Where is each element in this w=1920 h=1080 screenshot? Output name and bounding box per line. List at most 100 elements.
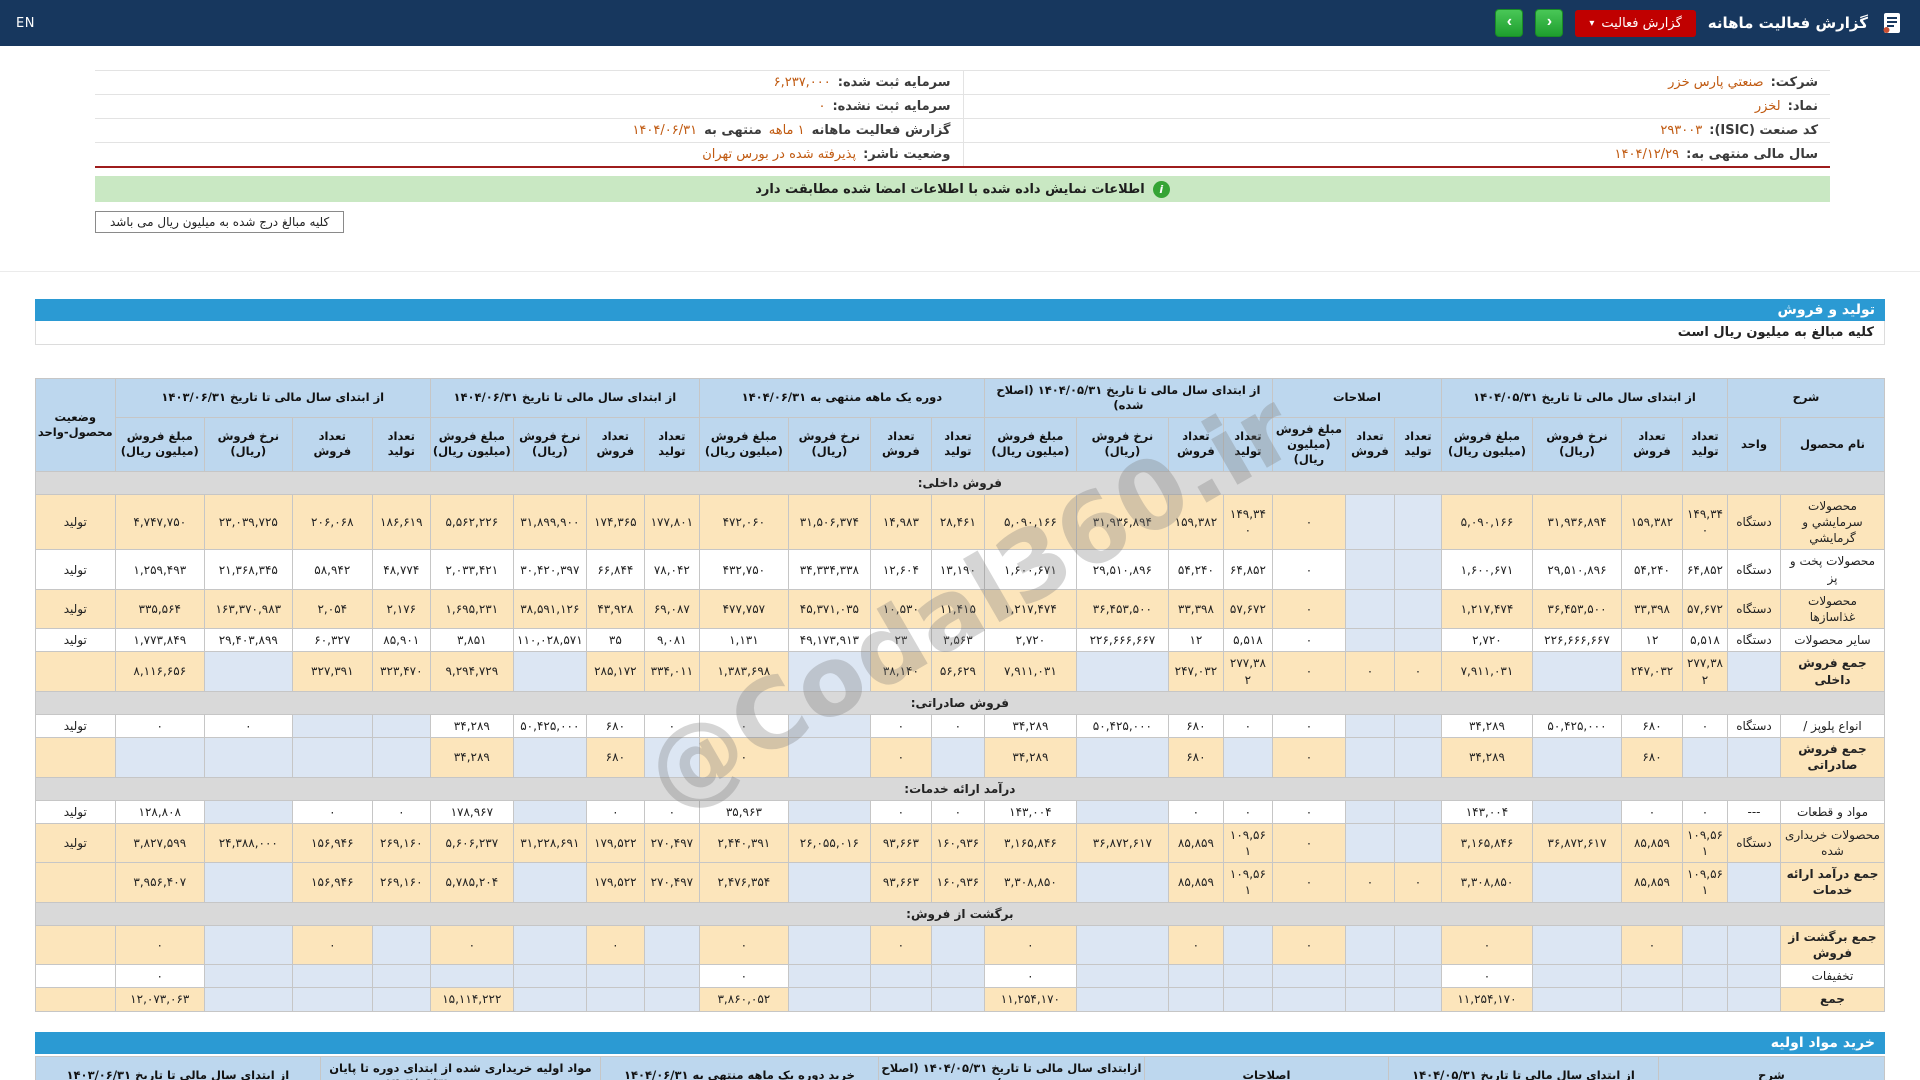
header-cell: تعداد فروش [1344, 416, 1395, 472]
value-cell [1531, 799, 1622, 824]
chevron-left-icon: › [1506, 13, 1513, 30]
value-cell [930, 924, 985, 966]
value-cell [1393, 987, 1442, 1012]
value-cell: ۵۰,۴۲۵,۰۰۰ [512, 713, 587, 739]
status-cell: تولید [34, 628, 116, 653]
header-cell: تعداد فروش [1620, 416, 1683, 472]
value-cell: ۳۲۷,۳۹۱ [291, 651, 373, 692]
value-cell: ۲۴۷,۰۳۲ [1167, 651, 1224, 692]
value-cell: ۳۵,۹۶۳ [698, 799, 789, 824]
value-cell: ۹۳,۶۶۳ [869, 862, 932, 903]
value-cell: ۳۲۳,۴۷۰ [371, 651, 431, 692]
value-cell: ۲۱,۳۶۸,۳۴۵ [203, 549, 293, 590]
unit-cell: دستگاه [1726, 628, 1782, 653]
value-cell: ۰ [643, 713, 700, 739]
value-cell: ۳,۳۰۸,۸۵۰ [1440, 862, 1533, 903]
value-cell: ۱,۶۰۰,۶۷۱ [983, 549, 1077, 590]
value-cell [930, 737, 985, 778]
header-cell: ازابتدای سال مالی تا تاریخ ۱۴۰۴/۰۵/۳۱ (ا… [877, 1055, 1145, 1080]
value-cell: ۳۶,۸۷۲,۶۱۷ [1531, 822, 1622, 864]
value-cell: ۱۷۹,۵۲۲ [585, 822, 645, 864]
value-cell: ۱۴۳,۰۰۴ [983, 799, 1077, 824]
value-cell: ۲۲۶,۶۶۶,۶۶۷ [1075, 628, 1169, 653]
value-cell: ۵,۵۶۲,۲۲۶ [429, 493, 514, 551]
value-cell: ۴۳۲,۷۵۰ [698, 549, 789, 590]
value-cell: ۱,۲۱۷,۴۷۴ [1440, 588, 1533, 630]
info-label: کد صنعت (ISIC): [1709, 123, 1818, 138]
value-cell: ۲,۴۷۶,۳۵۴ [698, 862, 789, 903]
raw-materials-table: شرح از ابتدای سال مالی تا تاریخ ۱۴۰۴/۰۵/۳… [34, 1055, 1886, 1080]
value-cell: ۱۵۶,۹۴۶ [291, 862, 373, 903]
header-cell: تعداد تولید [371, 416, 431, 472]
value-cell: ۱,۷۷۳,۸۴۹ [114, 628, 205, 653]
value-cell [1075, 987, 1169, 1012]
value-cell [512, 924, 587, 966]
info-value: ۶,۲۳۷,۰۰۰ [773, 75, 831, 90]
report-icon [1883, 13, 1900, 33]
header-cell: دوره یک ماهه منتهی به ۱۴۰۴/۰۶/۳۱ [698, 378, 985, 418]
value-cell: ۲,۴۴۰,۳۹۱ [698, 822, 789, 864]
prev-report-button[interactable]: ‹ [1535, 9, 1564, 37]
value-cell: ۰ [1222, 713, 1273, 739]
value-cell: ۳۴,۲۸۹ [1440, 737, 1533, 778]
next-report-button[interactable]: › [1495, 9, 1524, 37]
value-cell [1681, 964, 1728, 989]
header-cell: شرح [1726, 378, 1886, 418]
value-cell [787, 713, 871, 739]
value-cell: ۹۳,۶۶۳ [869, 822, 932, 864]
value-cell [1222, 924, 1273, 966]
value-cell: ۳,۸۵۱ [429, 628, 514, 653]
value-cell: ۲۳,۰۳۹,۷۲۵ [203, 493, 293, 551]
value-cell: ۸۵,۸۵۹ [1167, 822, 1224, 864]
language-toggle[interactable]: EN [16, 16, 35, 31]
value-cell: ۸,۱۱۶,۶۵۶ [114, 651, 205, 692]
value-cell [585, 964, 645, 989]
value-cell [930, 987, 985, 1012]
value-cell [787, 964, 871, 989]
header-cell: از ابتدای سال مالی تا تاریخ ۱۴۰۳/۰۶/۳۱ [34, 1055, 321, 1080]
value-cell: ۱۲,۶۰۴ [869, 549, 932, 590]
value-cell: ۵۷,۶۷۲ [1681, 588, 1728, 630]
product-name-cell: جمع فروش داخلی [1780, 651, 1885, 692]
product-name-cell: جمع برگشت از فروش [1780, 924, 1885, 966]
info-value: ۲۹۳۰۰۳ [1660, 123, 1703, 138]
info-label: سرمایه ثبت شده: [837, 75, 951, 90]
value-cell: ۲۹,۵۱۰,۸۹۶ [1531, 549, 1622, 590]
value-cell: ۲۲۶,۶۶۶,۶۶۷ [1531, 628, 1622, 653]
info-label: وضعیت ناشر: [863, 147, 951, 162]
product-name-cell: سایر محصولات [1780, 628, 1885, 653]
value-cell [1167, 964, 1224, 989]
info-cell: شرکت: صنعتي پارس خزر [962, 71, 1831, 94]
report-type-button[interactable]: گزارش فعالیت ▾ [1575, 9, 1696, 37]
value-cell: ۰ [869, 713, 932, 739]
value-cell: ۰ [114, 964, 205, 989]
value-cell [371, 713, 431, 739]
value-cell [787, 862, 871, 903]
info-cell: وضعیت ناشر: پذيرفته شده در بورس تهران [95, 143, 963, 166]
table-row: جمع فروش داخلی ۲۷۷,۳۸۲ ۲۴۷,۰۳۲ ۷,۹۱۱,۰۳۱ ۰ ۰ ۰… [34, 651, 1885, 692]
value-cell [1531, 862, 1622, 903]
value-cell: ۳,۹۵۶,۴۰۷ [114, 862, 205, 903]
header-cell: مواد اولیه خریداری شده از ابتدای دوره تا… [319, 1055, 601, 1080]
note-wrap: کلیه مبالغ درج شده به میلیون ریال می باش… [95, 211, 1830, 233]
header-cell: نرخ فروش (ریال) [1075, 416, 1169, 472]
value-cell: ۱۱,۴۱۵ [930, 588, 985, 630]
value-cell: ۳۴,۲۸۹ [983, 713, 1077, 739]
value-cell: ۰ [1271, 799, 1346, 824]
unit-cell [1726, 651, 1782, 692]
info-cell: سرمایه ثبت نشده: ۰ [95, 95, 963, 118]
header-cell: تعداد فروش [869, 416, 932, 472]
value-cell: ۰ [1440, 964, 1533, 989]
header-cell: واحد [1726, 416, 1782, 472]
table-row: جمع ۱۱,۲۵۴,۱۷۰ ۱۱,۲۵۴,۱۷۰ ۳,۸۶۰,۰۵۲ ۱۵,۱۱۴,۲… [34, 987, 1885, 1012]
value-cell [291, 987, 373, 1012]
value-cell: ۱,۱۳۱ [698, 628, 789, 653]
value-cell [512, 964, 587, 989]
info-row: سال مالی منتهی به: ۱۴۰۴/۱۲/۲۹ وضعیت ناشر: پ… [95, 143, 1830, 166]
value-cell: ۱۵۶,۹۴۶ [291, 822, 373, 864]
value-cell [1620, 964, 1683, 989]
status-cell: تولید [34, 549, 116, 590]
product-name-cell: جمع [1780, 987, 1885, 1012]
header-cell: مبلغ فروش (میلیون ریال) [698, 416, 789, 472]
page: { "topbar": { "title": "گزارش فعالیت ماه… [0, 0, 1920, 1080]
